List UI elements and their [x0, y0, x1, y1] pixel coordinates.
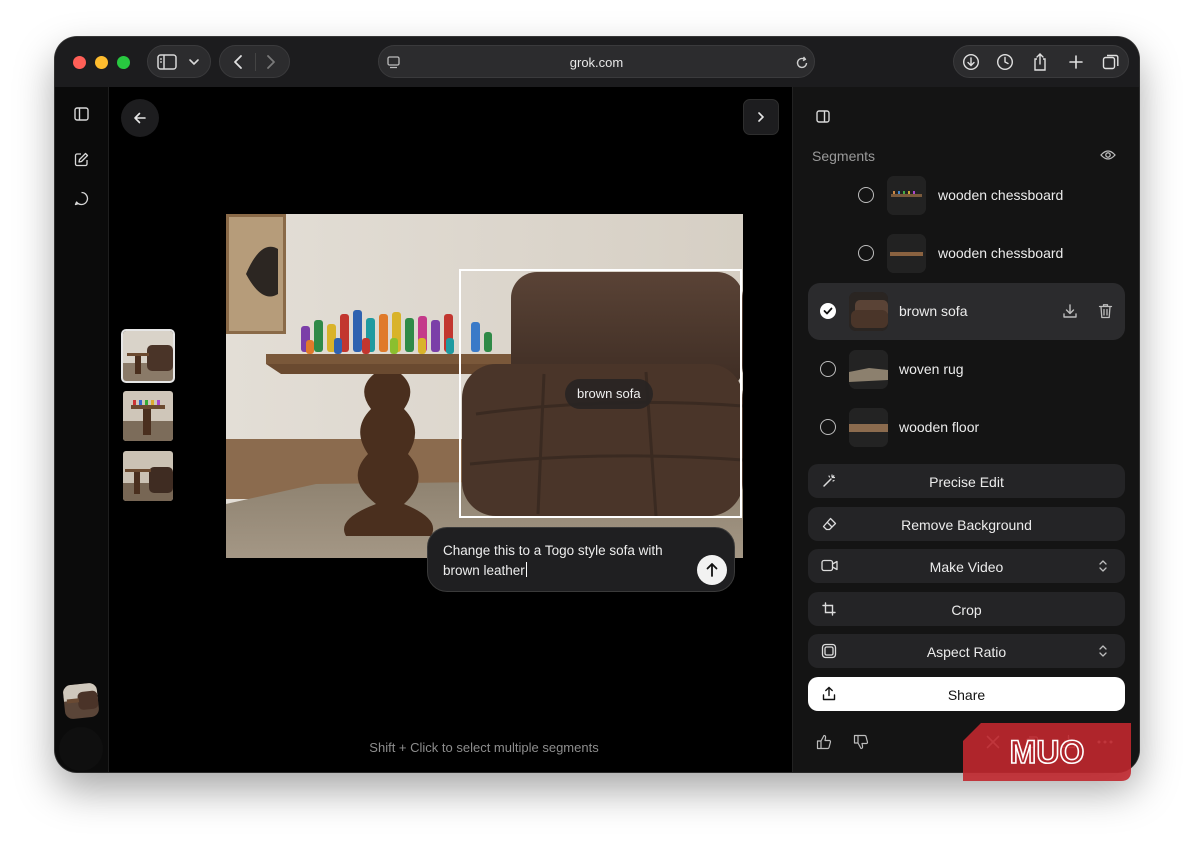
toolbar-group: [953, 45, 1129, 78]
precise-edit-label: Precise Edit: [929, 474, 1004, 490]
muo-watermark-logo: MUO: [963, 723, 1131, 781]
reload-icon[interactable]: [795, 56, 809, 70]
downloads-icon[interactable]: [962, 53, 980, 71]
thumbnail-image: [123, 391, 173, 441]
back-icon[interactable]: [231, 54, 245, 70]
trash-icon[interactable]: [1098, 303, 1113, 319]
image-thumbnail-1[interactable]: [121, 329, 175, 383]
aspect-ratio-label: Aspect Ratio: [926, 644, 1007, 660]
segment-label: wooden floor: [899, 419, 980, 435]
segment-radio-checked[interactable]: [820, 303, 836, 319]
segment-item[interactable]: wooden chessboard: [808, 167, 1125, 224]
make-video-button[interactable]: Make Video: [808, 549, 1125, 583]
arrow-up-icon: [706, 563, 718, 577]
segment-label: wooden chessboard: [938, 245, 1064, 261]
arrow-left-icon: [134, 112, 146, 124]
segment-radio[interactable]: [820, 419, 836, 435]
avatar[interactable]: [62, 682, 100, 720]
share-button[interactable]: Share: [808, 677, 1125, 711]
image-thumbnail-3[interactable]: [123, 451, 173, 501]
chevron-up-down-icon: [1099, 645, 1107, 657]
segment-label: wooden chessboard: [938, 187, 1064, 203]
new-chat-icon[interactable]: [74, 152, 89, 167]
prompt-text: Change this to a Togo style sofa with br…: [443, 543, 663, 578]
chat-bubble-icon[interactable]: [74, 191, 89, 206]
sidebar-icon[interactable]: [157, 54, 177, 70]
open-panel-button[interactable]: [743, 99, 779, 135]
segment-thumbnail: [849, 292, 888, 331]
segment-tag: brown sofa: [565, 379, 653, 409]
eye-icon[interactable]: [1100, 149, 1116, 161]
thumbs-down-icon[interactable]: [853, 734, 869, 750]
segments-panel: Segments wooden chessboard wooden chessb…: [792, 87, 1139, 772]
minimize-window-button[interactable]: [95, 56, 108, 69]
segment-item[interactable]: woven rug: [808, 341, 1125, 398]
segment-thumbnail: [849, 408, 888, 447]
send-button[interactable]: [697, 555, 727, 585]
sidebar-toggle-group: [147, 45, 211, 78]
url-text: grok.com: [569, 55, 624, 70]
title-bar: grok.com: [55, 37, 1139, 87]
tab-overview-icon[interactable]: [1102, 53, 1120, 71]
crop-label: Crop: [951, 602, 982, 618]
segment-radio[interactable]: [858, 245, 874, 261]
chevron-up-down-icon: [1099, 560, 1107, 572]
app-left-rail: [55, 87, 109, 772]
segment-radio[interactable]: [858, 187, 874, 203]
chevron-right-icon: [758, 112, 764, 122]
new-tab-icon[interactable]: [1068, 54, 1084, 70]
sidebar-icon[interactable]: [74, 107, 89, 121]
address-bar[interactable]: grok.com: [378, 45, 815, 78]
image-editor-main: brown sofa Change this to a Togo style s…: [109, 87, 792, 772]
segment-item-selected[interactable]: brown sofa: [808, 283, 1125, 340]
download-icon[interactable]: [1062, 303, 1078, 319]
zoom-window-button[interactable]: [117, 56, 130, 69]
thumbnail-image: [123, 451, 173, 501]
segment-thumbnail: [849, 350, 888, 389]
segment-radio[interactable]: [820, 361, 836, 377]
browser-window: grok.com brown sofa Change this to a Tog…: [55, 37, 1139, 772]
panel-toggle-icon[interactable]: [816, 110, 830, 123]
selection-hint: Shift + Click to select multiple segment…: [369, 740, 599, 755]
segment-item[interactable]: wooden floor: [808, 399, 1125, 456]
check-icon: [823, 307, 833, 315]
watermark-text: MUO: [1010, 734, 1085, 770]
image-thumbnail-2[interactable]: [123, 391, 173, 441]
share-icon[interactable]: [1032, 52, 1048, 72]
segment-label: woven rug: [899, 361, 964, 377]
share-label: Share: [947, 687, 986, 703]
editor-canvas[interactable]: brown sofa: [226, 214, 743, 558]
segments-title: Segments: [812, 148, 876, 164]
history-icon[interactable]: [996, 53, 1014, 71]
thumbnail-image: [123, 331, 173, 381]
segment-label: brown sofa: [899, 303, 968, 319]
user-profile-button[interactable]: [59, 727, 103, 771]
close-window-button[interactable]: [73, 56, 86, 69]
remove-background-button[interactable]: Remove Background: [808, 507, 1125, 541]
segment-thumbnail: [887, 234, 926, 273]
crop-button[interactable]: Crop: [808, 592, 1125, 626]
make-video-label: Make Video: [929, 559, 1004, 575]
precise-edit-button[interactable]: Precise Edit: [808, 464, 1125, 498]
thumbs-up-icon[interactable]: [816, 734, 832, 750]
navigation-group: [219, 45, 290, 78]
aspect-ratio-button[interactable]: Aspect Ratio: [808, 634, 1125, 668]
segment-item[interactable]: wooden chessboard: [808, 225, 1125, 282]
segment-thumbnail: [887, 176, 926, 215]
text-caret: [525, 562, 527, 577]
back-button[interactable]: [121, 99, 159, 137]
prompt-input[interactable]: Change this to a Togo style sofa with br…: [427, 527, 735, 592]
chevron-down-icon[interactable]: [188, 58, 200, 66]
forward-icon[interactable]: [264, 54, 278, 70]
remove-background-label: Remove Background: [901, 517, 1032, 533]
